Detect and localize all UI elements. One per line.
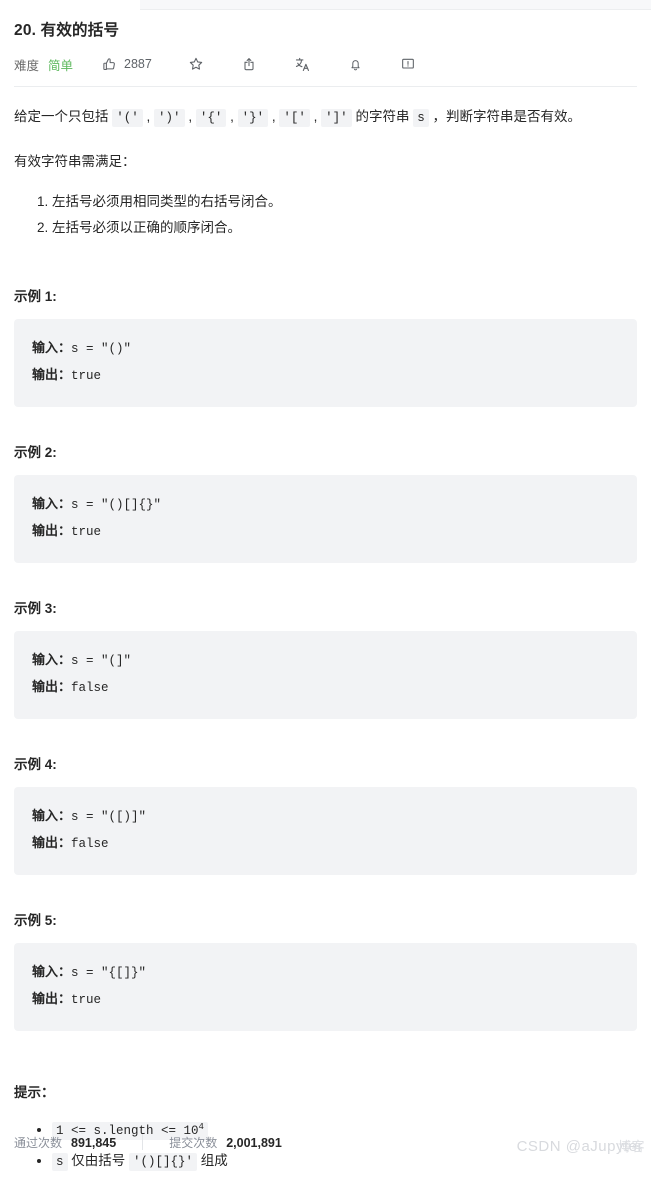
translate-icon[interactable] [294,56,311,73]
input-label: 输入： [32,340,72,355]
input-label: 输入： [32,808,72,823]
input-value: s = "(]" [71,654,132,668]
example-heading-1: 示例 1: [14,289,57,304]
desc-sep-4: , [268,109,280,124]
example-input-line: 输入：s = "([)]" [32,803,619,830]
problem-description: 给定一个只包括 '(' , ')' , '{' , '}' , '[' , ']… [14,104,637,131]
example-heading-3: 示例 3: [14,601,57,616]
requirements-list: 左括号必须用相同类型的右括号闭合。 左括号必须以正确的顺序闭合。 [14,189,637,241]
output-label: 输出： [32,679,72,694]
like-count: 2887 [124,57,152,71]
bell-icon[interactable] [347,56,364,73]
difficulty-label: 难度 [14,58,40,73]
input-value: s = "{[]}" [71,966,147,980]
like-button[interactable]: 2887 [101,56,152,73]
hint-text-mid: 仅由括号 [67,1153,130,1168]
hint-code-variable-s: s [52,1153,68,1171]
submissions-label: 提交次数 [169,1135,218,1150]
example-output-line: 输出：true [32,362,619,389]
example-output-line: 输出：false [32,830,619,857]
output-label: 输出： [32,835,72,850]
example-input-line: 输入：s = "(]" [32,647,619,674]
example-input-line: 输入：s = "()[]{}" [32,491,619,518]
accepted-value: 891,845 [71,1135,117,1150]
example-heading-4: 示例 4: [14,757,57,772]
example-codeblock-3: 输入：s = "(]" 输出：false [14,631,637,719]
csdn-watermark: CSDN @aJupyter 博客 [517,1138,645,1155]
accepted-stat: 通过次数 891,845 [14,1134,116,1151]
code-token-brace-close: '}' [237,109,269,127]
share-icon[interactable] [241,56,258,73]
footer-divider [142,1134,144,1150]
code-token-paren-close: ')' [154,109,185,127]
desc-text-1: 给定一个只包括 [14,109,113,124]
example-heading-2: 示例 2: [14,445,57,460]
submissions-stat: 提交次数 2,001,891 [169,1134,282,1151]
watermark-overlay-text: 博客 [617,1139,645,1154]
star-icon[interactable] [188,56,205,73]
output-value: true [71,993,102,1007]
example-output-line: 输出：true [32,986,619,1013]
code-token-variable-s: s [413,109,429,127]
example-codeblock-5: 输入：s = "{[]}" 输出：true [14,943,637,1031]
list-item: 左括号必须用相同类型的右括号闭合。 [52,189,637,215]
input-value: s = "([)]" [71,810,147,824]
output-value: true [71,369,102,383]
accepted-label: 通过次数 [14,1135,63,1150]
code-token-brace-open: '{' [195,109,227,127]
desc-sep-1: , [142,109,155,124]
feedback-icon[interactable] [400,56,417,73]
desc-sep-2: , [184,109,196,124]
output-label: 输出： [32,367,72,382]
input-label: 输入： [32,496,72,511]
example-output-line: 输出：false [32,674,619,701]
desc-text-2: 的字符串 [351,109,414,124]
code-token-bracket-close: ']' [321,109,352,127]
desc-sep-3: , [226,109,238,124]
output-label: 输出： [32,991,72,1006]
example-input-line: 输入：s = "{[]}" [32,959,619,986]
difficulty-badge: 简单 [48,58,74,73]
code-token-bracket-open: '[' [279,109,310,127]
desc-sep-5: , [309,109,322,124]
output-value: false [71,837,109,851]
example-heading-5: 示例 5: [14,913,57,928]
output-value: true [71,525,102,539]
requirements-heading: 有效字符串需满足： [14,154,136,169]
problem-page: 20. 有效的括号 难度 简单 2887 给定一个只包括 '(' , ')' ,… [0,9,651,1177]
code-token-paren-open: '(' [112,109,143,127]
list-item: 左括号必须以正确的顺序闭合。 [52,215,637,241]
input-value: s = "()" [71,342,132,356]
hint-text-end: 组成 [197,1153,228,1168]
header-divider [14,86,637,87]
example-codeblock-2: 输入：s = "()[]{}" 输出：true [14,475,637,563]
problem-meta-row: 难度 简单 2887 [14,53,637,75]
output-value: false [71,681,109,695]
thumbs-up-icon [101,56,118,73]
hint-code-brackets: '()[]{}' [129,1153,198,1171]
input-label: 输入： [32,964,72,979]
page-title: 20. 有效的括号 [14,22,120,39]
example-codeblock-1: 输入：s = "()" 输出：true [14,319,637,407]
output-label: 输出： [32,523,72,538]
hints-heading: 提示： [14,1085,55,1100]
example-output-line: 输出：true [32,518,619,545]
desc-text-3: ，判断字符串是否有效。 [428,109,581,124]
example-codeblock-4: 输入：s = "([)]" 输出：false [14,787,637,875]
submissions-value: 2,001,891 [226,1135,282,1150]
example-input-line: 输入：s = "()" [32,335,619,362]
input-label: 输入： [32,652,72,667]
input-value: s = "()[]{}" [71,498,162,512]
